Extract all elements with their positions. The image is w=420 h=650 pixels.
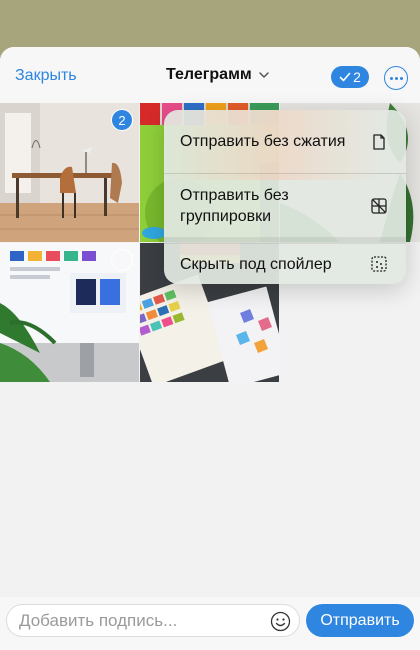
menu-item-send-without-compression[interactable]: Отправить без сжатия: [164, 110, 406, 173]
smiley-icon[interactable]: [270, 611, 291, 632]
selected-count: 2: [353, 69, 361, 85]
photo-tile[interactable]: [0, 243, 139, 382]
send-button[interactable]: Отправить: [306, 604, 414, 637]
close-button[interactable]: Закрыть: [15, 67, 77, 85]
spoiler-icon: [371, 256, 387, 272]
checkmark-icon: [339, 72, 351, 82]
caption-input[interactable]: [19, 611, 259, 631]
album-selector[interactable]: Телеграмм: [166, 66, 270, 84]
document-icon: [373, 133, 385, 150]
selection-circle[interactable]: [111, 249, 133, 271]
ellipsis-icon: [389, 76, 403, 80]
menu-group-divider: [164, 237, 406, 244]
caption-field[interactable]: [6, 604, 300, 637]
menu-item-label: Скрыть под спойлер: [180, 255, 332, 273]
photo-tile[interactable]: 2: [0, 103, 139, 242]
album-title: Телеграмм: [166, 66, 252, 83]
header-bar: Закрыть Телеграмм 2: [0, 47, 420, 103]
selection-badge[interactable]: 2: [111, 109, 133, 131]
menu-item-send-ungrouped[interactable]: Отправить без группировки: [164, 174, 406, 237]
menu-item-hide-spoiler[interactable]: Скрыть под спойлер: [164, 244, 406, 284]
more-options-button[interactable]: [384, 66, 408, 90]
menu-item-label: Отправить без сжатия: [180, 133, 346, 150]
caption-bar: Отправить: [0, 597, 420, 650]
send-options-menu: Отправить без сжатия Отправить без групп…: [164, 110, 406, 284]
menu-item-label: Отправить без группировки: [180, 186, 289, 225]
selected-count-button[interactable]: 2: [331, 66, 369, 88]
chevron-down-icon: [258, 72, 269, 78]
ungroup-icon: [371, 197, 387, 214]
media-picker-sheet: Закрыть Телеграмм 2 2 Отправить без сжат…: [0, 47, 420, 650]
